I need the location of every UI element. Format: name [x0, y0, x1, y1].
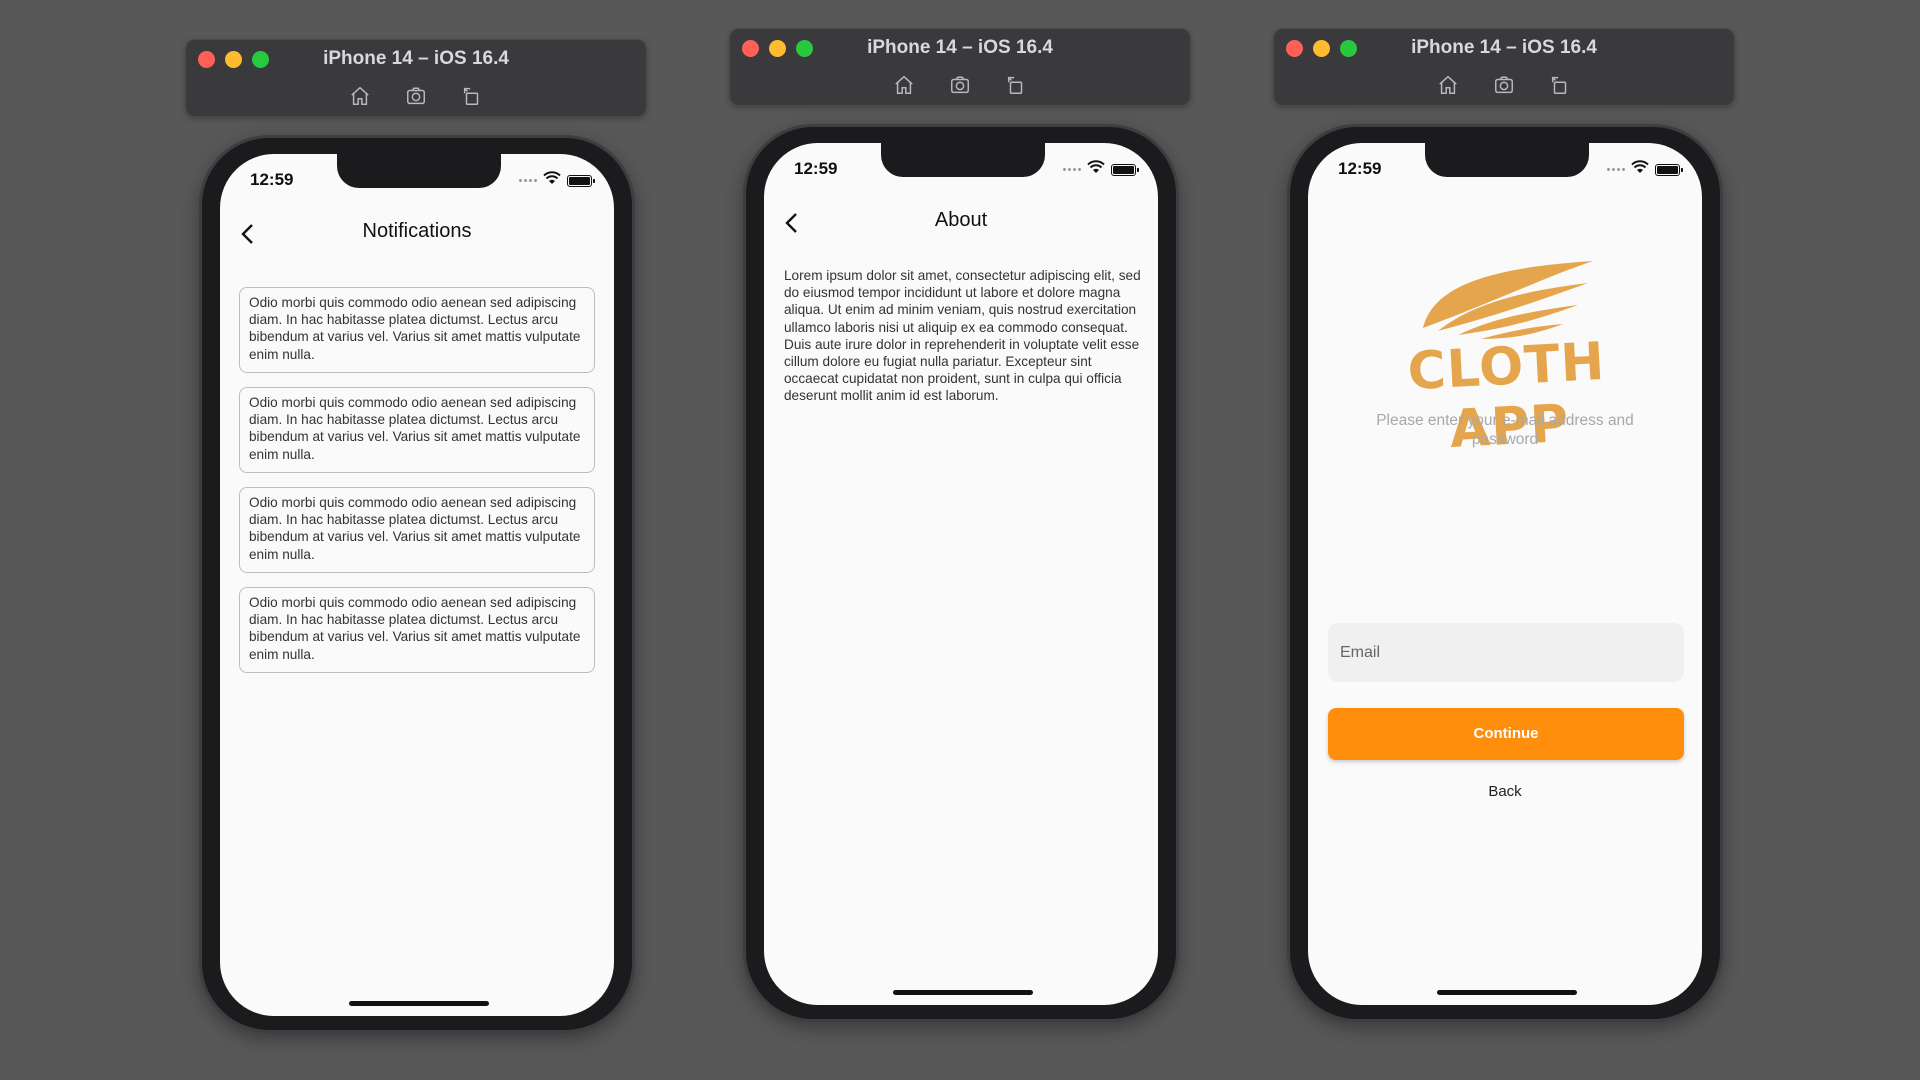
simulator-toolbar — [730, 71, 1190, 99]
signal-icon — [1063, 168, 1081, 172]
home-icon[interactable] — [1434, 71, 1462, 99]
window-title: iPhone 14 – iOS 16.4 — [1411, 37, 1597, 58]
simulator-titlebar[interactable]: iPhone 14 – iOS 16.4 — [185, 39, 647, 117]
email-field[interactable] — [1328, 623, 1684, 682]
rotate-icon[interactable] — [458, 82, 486, 110]
window-title: iPhone 14 – iOS 16.4 — [323, 48, 509, 69]
rotate-icon[interactable] — [1002, 71, 1030, 99]
status-icons — [1063, 160, 1139, 179]
notification-card[interactable]: Odio morbi quis commodo odio aenean sed … — [239, 587, 595, 673]
phone-frame: 12:59 CLOTH APP Please enter your e-mail… — [1287, 124, 1723, 1022]
rotate-icon[interactable] — [1546, 71, 1574, 99]
notification-card[interactable]: Odio morbi quis commodo odio aenean sed … — [239, 387, 595, 473]
status-time: 12:59 — [794, 159, 838, 178]
notification-card[interactable]: Odio morbi quis commodo odio aenean sed … — [239, 487, 595, 573]
about-body-text: Lorem ipsum dolor sit amet, consectetur … — [784, 268, 1141, 404]
phone-screen: 12:59 CLOTH APP Please enter your e-mail… — [1308, 143, 1702, 1005]
battery-icon — [1655, 163, 1683, 176]
notch — [1425, 143, 1589, 177]
wifi-icon — [1631, 160, 1649, 179]
home-indicator[interactable] — [1437, 990, 1577, 995]
simulator-titlebar[interactable]: iPhone 14 – iOS 16.4 — [729, 28, 1191, 106]
notch — [337, 154, 501, 188]
home-icon[interactable] — [890, 71, 918, 99]
home-indicator[interactable] — [349, 1001, 489, 1006]
wing-logo-icon — [1423, 261, 1593, 339]
screenshot-icon[interactable] — [946, 71, 974, 99]
simulator-toolbar — [186, 82, 646, 110]
phone-frame: 12:59 Notifications Odio morbi quis comm… — [199, 135, 635, 1033]
signal-icon — [1607, 168, 1625, 172]
wifi-icon — [543, 171, 561, 190]
nav-bar: About — [764, 203, 1158, 243]
simulator-titlebar[interactable]: iPhone 14 – iOS 16.4 — [1273, 28, 1735, 106]
page-title: About — [934, 209, 988, 231]
back-link[interactable]: Back — [1308, 783, 1702, 800]
status-time: 12:59 — [1338, 159, 1382, 178]
status-icons — [1607, 160, 1683, 179]
simulator-toolbar — [1274, 71, 1734, 99]
phone-screen: 12:59 About Lorem ipsum dolor sit amet, … — [764, 143, 1158, 1005]
battery-icon — [567, 174, 595, 187]
notification-card[interactable]: Odio morbi quis commodo odio aenean sed … — [239, 287, 595, 373]
page-title: Notifications — [362, 220, 472, 242]
login-subtitle: Please enter your e-mail address and pas… — [1376, 412, 1634, 448]
phone-screen: 12:59 Notifications Odio morbi quis comm… — [220, 154, 614, 1016]
screenshot-icon[interactable] — [402, 82, 430, 110]
screenshot-icon[interactable] — [1490, 71, 1518, 99]
notch — [881, 143, 1045, 177]
notification-list: Odio morbi quis commodo odio aenean sed … — [239, 287, 595, 673]
wifi-icon — [1087, 160, 1105, 179]
home-icon[interactable] — [346, 82, 374, 110]
status-time: 12:59 — [250, 170, 294, 189]
phone-frame: 12:59 About Lorem ipsum dolor sit amet, … — [743, 124, 1179, 1022]
battery-icon — [1111, 163, 1139, 176]
nav-bar: Notifications — [220, 214, 614, 254]
signal-icon — [519, 179, 537, 183]
window-title: iPhone 14 – iOS 16.4 — [867, 37, 1053, 58]
continue-button[interactable]: Continue — [1328, 708, 1684, 760]
app-logo: CLOTH APP — [1363, 253, 1653, 460]
home-indicator[interactable] — [893, 990, 1033, 995]
status-icons — [519, 171, 595, 190]
